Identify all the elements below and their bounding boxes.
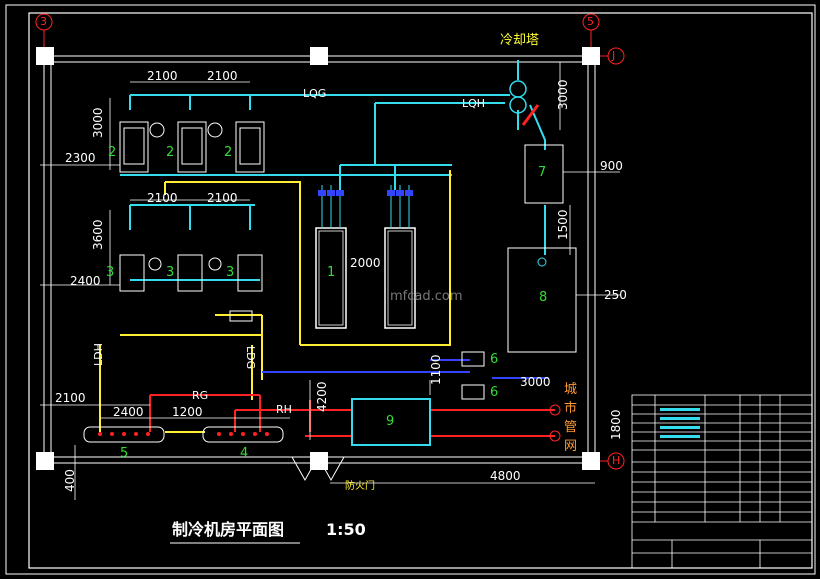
axis-label-H: H bbox=[612, 454, 621, 467]
watermark-text: mfcad.com bbox=[390, 289, 463, 304]
fire-door-label: 防火门 bbox=[345, 481, 375, 492]
dimension-text: 2400 bbox=[113, 405, 144, 419]
column bbox=[310, 47, 328, 65]
pipe-label-ldh: LDH bbox=[92, 343, 105, 366]
equipment-number: 6 bbox=[490, 352, 499, 367]
dimension-text: 2300 bbox=[65, 151, 96, 165]
column bbox=[582, 452, 600, 470]
dimension-text: 2100 bbox=[207, 191, 238, 205]
equipment-number: 2 bbox=[224, 145, 233, 160]
drawing-title: 制冷机房平面图 bbox=[172, 520, 285, 539]
dimension-text: 1200 bbox=[172, 405, 203, 419]
dimension-text: 2100 bbox=[207, 69, 238, 83]
dimension-text: 250 bbox=[604, 288, 627, 302]
tower-valve bbox=[509, 80, 527, 98]
city-pipe-char-4: 网 bbox=[564, 439, 578, 454]
equipment-number: 1 bbox=[327, 265, 336, 280]
equipment-number: 9 bbox=[386, 414, 395, 429]
pipe-label-lqg: LQG bbox=[303, 87, 327, 100]
dimension-text: 1500 bbox=[556, 209, 570, 240]
pipe-label-lqh: LQH bbox=[462, 97, 486, 110]
dimension-text: 900 bbox=[600, 159, 623, 173]
dimension-text: 2100 bbox=[147, 69, 178, 83]
legend-table bbox=[631, 394, 813, 569]
dimension-text: 400 bbox=[63, 469, 77, 492]
dimension-text: 2400 bbox=[70, 274, 101, 288]
column bbox=[36, 452, 54, 470]
equipment-number: 4 bbox=[240, 446, 249, 461]
cad-drawing: 冷却塔 LQG LQH LDG LDH RG RH 城 市 管 网 防火门 21… bbox=[0, 0, 820, 579]
pipe-label-rg: RG bbox=[192, 389, 209, 402]
drawing-scale: 1:50 bbox=[326, 520, 366, 539]
dimension-text: 3000 bbox=[520, 375, 551, 389]
dimension-text: 3600 bbox=[91, 219, 105, 250]
equipment-number: 3 bbox=[226, 265, 235, 280]
cooling-tower-label: 冷却塔 bbox=[500, 33, 540, 48]
axis-label-5: 5 bbox=[587, 15, 594, 28]
equipment-number: 6 bbox=[490, 385, 499, 400]
equipment-number: 3 bbox=[106, 265, 115, 280]
axis-label-J: J bbox=[612, 49, 616, 62]
chiller-1b bbox=[384, 227, 416, 329]
dimension-text: 3000 bbox=[556, 79, 570, 110]
unit-6b bbox=[461, 384, 485, 400]
column bbox=[36, 47, 54, 65]
equipment-number: 7 bbox=[538, 165, 547, 180]
dimension-text: 1100 bbox=[429, 354, 443, 385]
blue-pipes bbox=[262, 359, 548, 379]
cooling-water-pipes bbox=[120, 60, 546, 281]
pipe-label-rh: RH bbox=[276, 403, 292, 416]
pump-group-top bbox=[119, 121, 265, 173]
equipment-number: 2 bbox=[166, 145, 175, 160]
column bbox=[582, 47, 600, 65]
dimension-text: 3000 bbox=[91, 107, 105, 138]
city-pipe-char-2: 市 bbox=[564, 401, 578, 416]
equipment-number: 3 bbox=[166, 265, 175, 280]
equipment-number: 5 bbox=[120, 446, 129, 461]
dimension-text: 4800 bbox=[490, 469, 521, 483]
dimension-text: 1800 bbox=[609, 409, 623, 440]
axis-label-3: 3 bbox=[40, 15, 47, 28]
dimension-text: 2000 bbox=[350, 256, 381, 270]
dimension-text: 2100 bbox=[55, 391, 86, 405]
dimension-text: 4200 bbox=[315, 381, 329, 412]
city-pipe-char-3: 管 bbox=[564, 420, 578, 435]
city-pipe-char-1: 城 bbox=[564, 382, 578, 397]
axis-bubble-J bbox=[607, 47, 625, 65]
pump-group-middle bbox=[119, 254, 263, 292]
equipment-number: 2 bbox=[108, 145, 117, 160]
dimension-text: 2100 bbox=[147, 191, 178, 205]
equipment-number: 8 bbox=[539, 290, 548, 305]
pipe-label-ldg: LDG bbox=[244, 346, 257, 370]
